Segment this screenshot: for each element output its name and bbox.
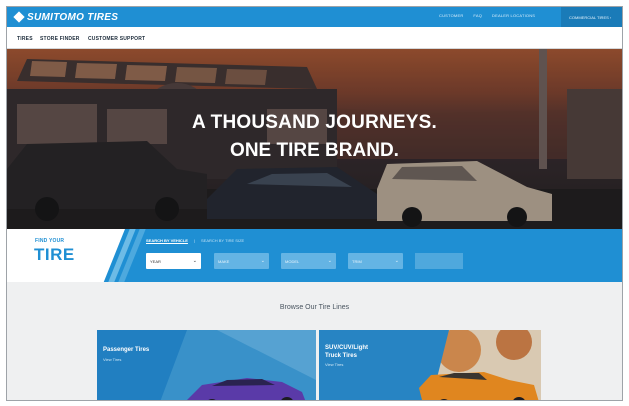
browse-section: Browse Our Tire Lines Passenger Tires Vi… (7, 282, 622, 400)
card-link[interactable]: View Tires (103, 357, 121, 362)
model-select[interactable]: MODEL ⌄ (281, 253, 336, 269)
nav-item-tires[interactable]: TIRES (17, 36, 33, 42)
logo-diamond-icon (13, 11, 25, 23)
utility-link-dealer-locations[interactable]: DEALER LOCATIONS (492, 13, 535, 18)
card-title-line-2: Truck Tires (325, 353, 357, 359)
card-passenger-tires[interactable]: Passenger Tires View Tires (97, 330, 316, 400)
tab-separator: | (193, 238, 195, 243)
year-select[interactable]: YEAR ⌄ (146, 253, 201, 269)
chevron-down-icon: ⌄ (327, 258, 332, 264)
hero-headline: A THOUSAND JOURNEYS. ONE TIRE BRAND. (7, 111, 622, 164)
nav-item-customer-support[interactable]: CUSTOMER SUPPORT (88, 36, 145, 42)
arrow-right-icon: › (609, 15, 612, 20)
chevron-down-icon: ⌄ (260, 258, 265, 264)
main-nav: TIRES STORE FINDER CUSTOMER SUPPORT (7, 27, 622, 49)
brand-name: SUMITOMO TIRES (27, 11, 119, 23)
model-select-value: MODEL (285, 259, 300, 264)
utility-links: CUSTOMER FAQ DEALER LOCATIONS (439, 13, 535, 18)
find-tire-label-small: FIND YOUR (35, 238, 65, 244)
utility-link-customer[interactable]: CUSTOMER (439, 13, 463, 18)
card-link[interactable]: View Tires (325, 362, 343, 367)
tab-search-by-vehicle[interactable]: SEARCH BY VEHICLE (146, 238, 188, 243)
brand-logo[interactable]: SUMITOMO TIRES (13, 11, 119, 23)
make-select-value: MAKE (218, 259, 230, 264)
tab-search-by-tire-size[interactable]: SEARCH BY TIRE SIZE (201, 238, 244, 243)
utility-link-faq[interactable]: FAQ (473, 13, 482, 18)
trim-select-value: TRIM (352, 259, 362, 264)
chevron-down-icon: ⌄ (192, 258, 197, 264)
top-bar: SUMITOMO TIRES CUSTOMER FAQ DEALER LOCAT… (7, 7, 622, 27)
nav-item-store-finder[interactable]: STORE FINDER (40, 36, 80, 42)
browser-viewport: SUMITOMO TIRES CUSTOMER FAQ DEALER LOCAT… (6, 6, 623, 401)
find-tire-badge: FIND YOUR TIRE (7, 229, 125, 282)
hero-line-2: ONE TIRE BRAND. (230, 140, 399, 161)
browse-title: Browse Our Tire Lines (279, 304, 350, 311)
hero-banner: A THOUSAND JOURNEYS. ONE TIRE BRAND. (7, 49, 622, 229)
card-suv-truck-tires[interactable]: SUV/CUV/Light Truck Tires View Tires (319, 330, 541, 400)
year-select-value: YEAR (150, 259, 161, 264)
card-title-line-1: SUV/CUV/Light (325, 345, 368, 351)
make-select[interactable]: MAKE ⌄ (214, 253, 269, 269)
hero-line-1: A THOUSAND JOURNEYS. (191, 112, 438, 133)
passenger-car-image (160, 330, 316, 400)
commercial-tires-link[interactable]: COMMERCIAL TIRES › (561, 7, 622, 27)
chevron-down-icon: ⌄ (394, 258, 399, 264)
find-tire-submit-button[interactable] (415, 253, 463, 269)
find-tire-bar: FIND YOUR TIRE SEARCH BY VEHICLE | SEARC… (7, 229, 622, 282)
commercial-tires-label: COMMERCIAL TIRES (569, 15, 609, 20)
find-tire-label-big: TIRE (34, 245, 75, 264)
truck-image (414, 330, 541, 400)
trim-select[interactable]: TRIM ⌄ (348, 253, 403, 269)
card-title: Passenger Tires (103, 347, 150, 353)
search-mode-tabs: SEARCH BY VEHICLE | SEARCH BY TIRE SIZE (146, 238, 244, 243)
